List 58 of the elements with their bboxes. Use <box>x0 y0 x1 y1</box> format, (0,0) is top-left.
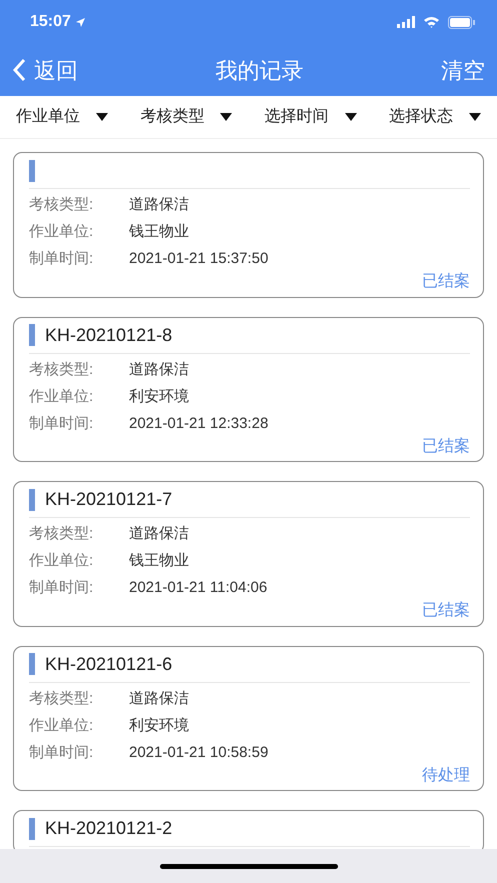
field-label: 制单时间: <box>29 578 94 598</box>
accent-bar <box>29 488 35 511</box>
field-value: 道路保洁 <box>129 195 189 216</box>
record-number: KH-20210121-8 <box>45 324 172 347</box>
accent-bar <box>29 160 35 182</box>
wifi-icon <box>423 16 440 28</box>
field-value: 利安环境 <box>129 386 189 407</box>
filter-dropdown[interactable]: 选择状态 <box>388 105 481 129</box>
record-card[interactable]: KH-20210121-7 考核类型: 道路保洁 作业单位: 钱王物业 制单时间: 2021-01-21 11:04:06 已结案 <box>13 481 484 627</box>
record-status: 已结案 <box>422 438 470 456</box>
caret-icon <box>220 113 232 121</box>
field-label: 作业单位: <box>29 716 94 736</box>
caret-icon <box>344 113 357 121</box>
record-number: KH-20210121-6 <box>45 652 172 676</box>
back-icon <box>12 58 26 82</box>
field-value: 2021-01-21 12:33:28 <box>129 414 268 434</box>
field-label: 作业单位: <box>29 386 94 407</box>
signal-icon <box>397 16 415 28</box>
record-status: 已结案 <box>422 273 470 291</box>
field-label: 作业单位: <box>29 222 94 242</box>
record-number: KH-20210121-7 <box>45 488 172 512</box>
field-label: 考核类型: <box>29 195 94 216</box>
status-time: 15:07 <box>30 12 71 32</box>
record-card[interactable]: KH-20210121-8 考核类型: 道路保洁 作业单位: 利安环境 制单时间: 2021-01-21 12:33:28 已结案 <box>13 316 484 462</box>
caret-icon <box>468 113 481 121</box>
accent-bar <box>29 324 35 346</box>
field-value: 2021-01-21 15:37:50 <box>129 249 268 270</box>
page-title: 我的记录 <box>216 56 304 84</box>
field-value: 钱王物业 <box>129 222 189 242</box>
field-value: 钱王物业 <box>129 551 189 572</box>
field-label: 作业单位: <box>29 551 94 572</box>
field-label: 考核类型: <box>29 689 94 710</box>
field-value: 2021-01-21 10:58:59 <box>129 743 268 764</box>
accent-bar <box>29 818 35 840</box>
record-card[interactable]: 考核类型: 道路保洁 作业单位: 钱王物业 制单时间: 2021-01-21 15:37:50 已结案 <box>13 152 484 298</box>
battery-icon <box>448 16 475 28</box>
caret-icon <box>96 113 108 121</box>
record-status: 待处理 <box>422 766 470 784</box>
field-value: 2021-01-21 11:04:06 <box>129 578 268 598</box>
accent-bar <box>29 653 35 676</box>
field-value: 道路保洁 <box>129 524 189 544</box>
field-value: 道路保洁 <box>129 360 189 380</box>
field-label: 制单时间: <box>29 249 94 270</box>
field-value: 道路保洁 <box>129 689 189 710</box>
filter-dropdown[interactable]: 作业单位 <box>16 105 108 129</box>
field-label: 制单时间: <box>29 743 94 764</box>
location-icon <box>74 16 86 28</box>
record-card[interactable]: KH-20210121-6 考核类型: 道路保洁 作业单位: 利安环境 制单时间: 2021-01-21 10:58:59 待处理 <box>13 646 484 792</box>
field-label: 考核类型: <box>29 524 94 544</box>
record-number: KH-20210121-2 <box>45 817 172 840</box>
filter-dropdown[interactable]: 选择时间 <box>264 105 357 129</box>
record-card[interactable]: KH-20210121-2 <box>13 810 484 849</box>
field-value: 利安环境 <box>129 716 189 736</box>
record-status: 已结案 <box>422 602 470 620</box>
field-label: 考核类型: <box>29 360 94 380</box>
home-indicator[interactable] <box>160 864 338 868</box>
filter-dropdown[interactable]: 考核类型 <box>140 105 232 129</box>
field-label: 制单时间: <box>29 414 94 434</box>
